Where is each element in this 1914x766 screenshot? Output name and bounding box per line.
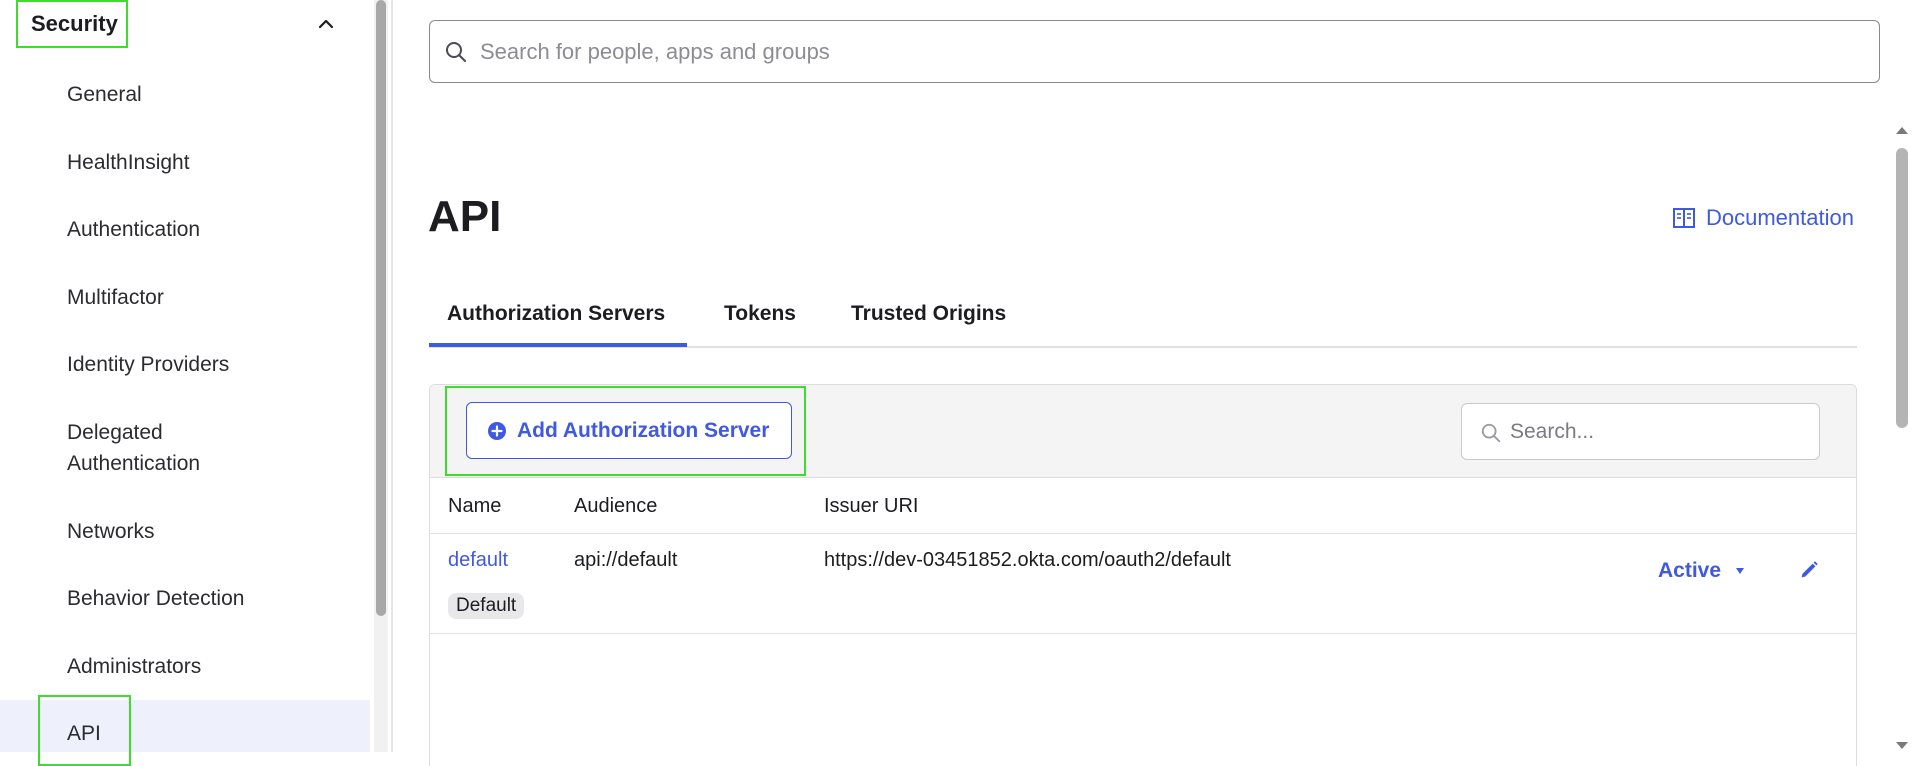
authorization-servers-panel: Add Authorization Server Name Audience I… [429,384,1857,766]
sidebar-section-title[interactable]: Security [16,0,128,48]
highlight-box [38,695,131,766]
search-icon [446,42,466,62]
documentation-link[interactable]: Documentation [1672,205,1854,231]
search-icon [1481,423,1501,443]
chevron-up-icon[interactable] [314,12,338,36]
sidebar-item-label-line1: Delegated [67,421,163,444]
sidebar-item-administrators[interactable]: Administrators [67,651,201,682]
row-divider [430,633,1856,634]
sidebar-item-label-line2: Authentication [67,452,201,475]
server-audience: api://default [574,549,678,571]
page-title: API [428,192,502,241]
tab-tokens[interactable]: Tokens [724,302,796,326]
status-label: Active [1658,559,1722,582]
documentation-label: Documentation [1706,205,1854,230]
sidebar: Security General HealthInsight Authentic… [0,0,370,766]
sidebar-item-delegated-authentication[interactable]: Delegated Authentication [67,417,200,479]
sidebar-item-healthinsight[interactable]: HealthInsight [67,147,190,178]
server-issuer-uri: https://dev-03451852.okta.com/oauth2/def… [824,549,1231,571]
tab-bar: Authorization Servers Tokens Trusted Ori… [429,290,1857,348]
panel-toolbar: Add Authorization Server [430,385,1856,478]
column-header-issuer-uri: Issuer URI [824,495,919,517]
sidebar-scrollbar-thumb[interactable] [376,0,386,616]
status-dropdown[interactable]: Active [1658,559,1745,583]
server-name-link[interactable]: default [448,549,508,572]
add-authorization-server-label: Add Authorization Server [517,418,770,442]
add-authorization-server-button[interactable]: Add Authorization Server [466,402,792,459]
sidebar-item-general[interactable]: General [67,79,142,110]
tab-trusted-origins[interactable]: Trusted Origins [851,302,1006,326]
pencil-icon[interactable] [1798,559,1820,581]
global-search-input[interactable] [480,21,1860,82]
column-header-name: Name [448,495,502,517]
panel-search[interactable] [1461,403,1820,460]
plus-circle-icon [488,421,506,440]
default-badge: Default [448,593,525,619]
sidebar-item-multifactor[interactable]: Multifactor [67,282,164,313]
sidebar-item-networks[interactable]: Networks [67,516,155,547]
sidebar-item-behavior-detection[interactable]: Behavior Detection [67,583,244,614]
sidebar-section-header[interactable]: Security [0,0,370,50]
panel-search-input[interactable] [1510,404,1810,459]
header-divider [430,533,1856,534]
sidebar-item-authentication[interactable]: Authentication [67,214,200,245]
caret-down-icon [1736,568,1745,574]
column-header-audience: Audience [574,495,658,517]
main-scrollbar-thumb[interactable] [1896,148,1908,428]
tab-authorization-servers[interactable]: Authorization Servers [447,302,665,326]
global-search[interactable] [429,20,1880,83]
tab-active-indicator [429,343,687,347]
sidebar-divider [391,0,393,752]
book-icon [1673,208,1695,228]
sidebar-item-identity-providers[interactable]: Identity Providers [67,349,229,380]
